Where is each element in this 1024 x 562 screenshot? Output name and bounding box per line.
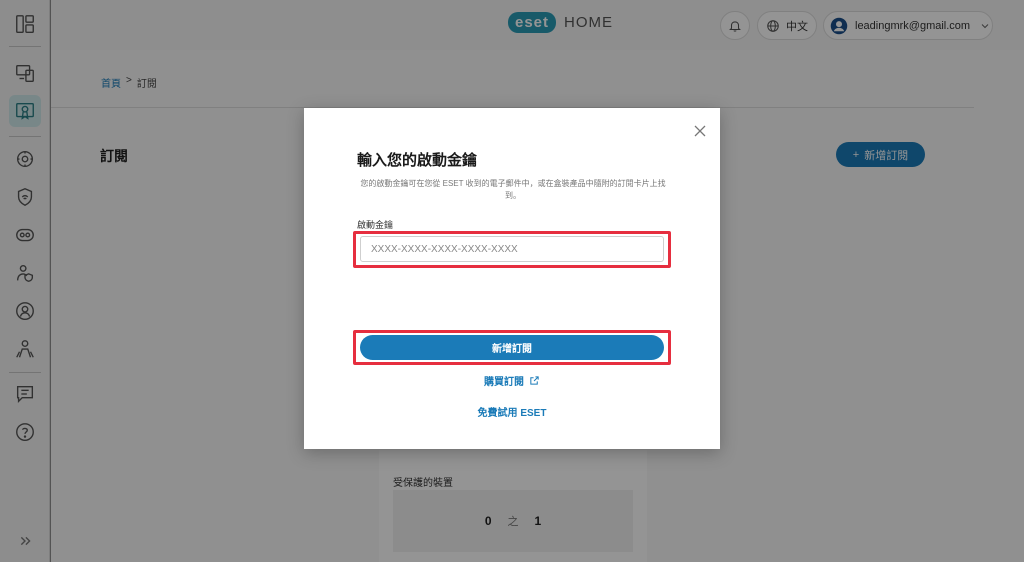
activation-key-dialog: 輸入您的啟動金鑰 您的啟動金鑰可在您從 ESET 收到的電子郵件中，或在盒裝產品… [304, 108, 720, 449]
activation-key-label: 啟動金鑰 [357, 220, 394, 230]
buy-subscription-label: 購買訂閱 [484, 377, 524, 388]
dialog-description: 您的啟動金鑰可在您從 ESET 收到的電子郵件中，或在盒裝產品中隨附的訂閱卡片上… [360, 179, 666, 200]
close-icon[interactable] [693, 124, 707, 138]
add-subscription-submit-button[interactable]: 新增訂閱 [360, 335, 664, 360]
buy-subscription-link[interactable]: 購買訂閱 [304, 373, 720, 388]
dialog-title: 輸入您的啟動金鑰 [357, 152, 478, 169]
external-link-icon [530, 376, 539, 385]
activation-key-input[interactable] [360, 236, 664, 262]
free-trial-link[interactable]: 免費試用 ESET [304, 404, 720, 419]
